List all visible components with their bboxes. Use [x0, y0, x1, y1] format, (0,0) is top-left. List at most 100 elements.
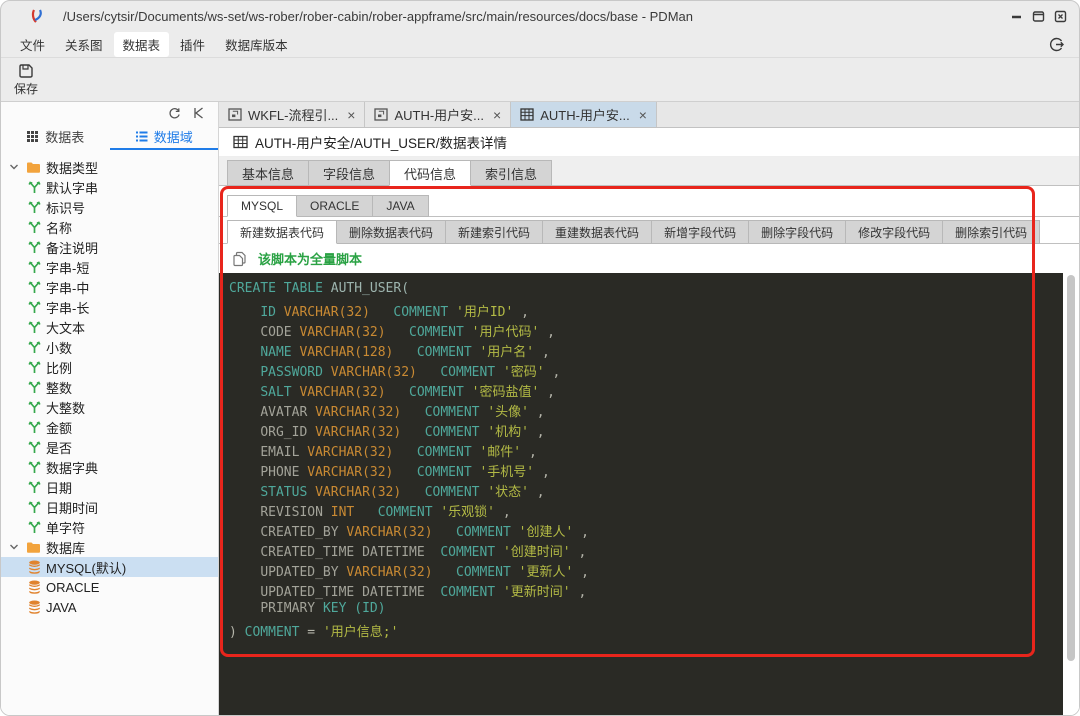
- tree-item[interactable]: 默认字串: [1, 177, 218, 197]
- tree-item[interactable]: 标识号: [1, 197, 218, 217]
- code-token: ,: [534, 345, 550, 360]
- chevron-down-icon[interactable]: [9, 542, 21, 552]
- code-token: ,: [539, 325, 555, 340]
- code-token: DATETIME: [362, 545, 425, 560]
- detail-tab-1[interactable]: 字段信息: [308, 160, 391, 186]
- diagram-icon: [374, 108, 389, 121]
- database-tab-2[interactable]: JAVA: [372, 195, 429, 217]
- code-token: '用户ID': [456, 305, 514, 320]
- sidebar-tab-label: 数据表: [45, 129, 85, 145]
- save-button[interactable]: 保存: [14, 63, 38, 97]
- chevron-down-icon[interactable]: [9, 162, 21, 172]
- code-type-tab-7[interactable]: 删除索引代码: [942, 220, 1041, 244]
- tree-item[interactable]: 日期时间: [1, 497, 218, 517]
- tree-item[interactable]: 数据类型: [1, 157, 218, 177]
- datatype-icon: [28, 440, 41, 454]
- code-type-tab-4[interactable]: 新增字段代码: [651, 220, 750, 244]
- tree-item-label: 名称: [46, 220, 73, 236]
- tree-item[interactable]: ORACLE: [1, 577, 218, 597]
- database-tab-bar: MYSQL ORACLE JAVA: [219, 192, 1079, 217]
- minimize-button[interactable]: [1010, 10, 1023, 23]
- document-tab-2[interactable]: AUTH-用户安... ×: [511, 102, 657, 127]
- tree-item[interactable]: 单字符: [1, 517, 218, 537]
- database-tab-0[interactable]: MYSQL: [227, 195, 298, 217]
- code-token: ORG_ID: [260, 425, 308, 440]
- tree-item[interactable]: 整数: [1, 377, 218, 397]
- code-token: PRIMARY: [260, 601, 323, 616]
- tree-item[interactable]: 字串-中: [1, 277, 218, 297]
- collapse-icon[interactable]: [193, 107, 204, 119]
- close-button[interactable]: [1054, 10, 1067, 23]
- tree-item[interactable]: 字串-长: [1, 297, 218, 317]
- tree-item[interactable]: 日期: [1, 477, 218, 497]
- close-tab-icon[interactable]: ×: [639, 108, 647, 122]
- datatype-icon: [28, 480, 41, 494]
- menu-item-0[interactable]: 文件: [11, 32, 54, 57]
- code-token: ,: [521, 445, 537, 460]
- tree-item[interactable]: 名称: [1, 217, 218, 237]
- tree-item[interactable]: JAVA: [1, 597, 218, 617]
- script-copy-icon[interactable]: [232, 251, 247, 267]
- code-line: CODE VARCHAR(32) COMMENT '用户代码' ,: [229, 321, 1063, 341]
- logout-icon[interactable]: [1048, 36, 1065, 53]
- tree-item[interactable]: 大文本: [1, 317, 218, 337]
- code-token: COMMENT: [440, 585, 496, 600]
- datatype-icon: [28, 200, 41, 214]
- code-line: UPDATED_TIME DATETIME COMMENT '更新时间' ,: [229, 581, 1063, 601]
- close-tab-icon[interactable]: ×: [347, 108, 355, 122]
- code-line: EMAIL VARCHAR(32) COMMENT '邮件' ,: [229, 441, 1063, 461]
- document-tab-0[interactable]: WKFL-流程引... ×: [219, 102, 366, 127]
- code-token: '创建时间': [502, 545, 571, 560]
- database-tab-1[interactable]: ORACLE: [296, 195, 374, 217]
- tree-item[interactable]: 大整数: [1, 397, 218, 417]
- tree-item[interactable]: 金额: [1, 417, 218, 437]
- code-type-tab-1[interactable]: 删除数据表代码: [336, 220, 447, 244]
- sql-code-block[interactable]: CREATE TABLE AUTH_USER( ID VARCHAR(32) C…: [219, 273, 1063, 715]
- code-token: AVATAR: [260, 405, 308, 420]
- code-token: COMMENT: [409, 385, 464, 400]
- scrollbar-thumb[interactable]: [1067, 275, 1075, 661]
- code-token: COMMENT: [440, 545, 496, 560]
- document-tab-1[interactable]: AUTH-用户安... ×: [365, 102, 512, 127]
- code-type-tab-0[interactable]: 新建数据表代码: [227, 220, 338, 244]
- menu-item-1[interactable]: 关系图: [56, 32, 112, 57]
- tree-item[interactable]: 数据字典: [1, 457, 218, 477]
- detail-tab-3[interactable]: 索引信息: [470, 160, 553, 186]
- detail-tab-0[interactable]: 基本信息: [227, 160, 310, 186]
- code-type-tab-3[interactable]: 重建数据表代码: [542, 220, 653, 244]
- vertical-scrollbar[interactable]: [1063, 273, 1079, 715]
- detail-tab-2[interactable]: 代码信息: [389, 160, 472, 186]
- tree-item[interactable]: 是否: [1, 437, 218, 457]
- code-type-tab-2[interactable]: 新建索引代码: [445, 220, 544, 244]
- code-type-tab-6[interactable]: 修改字段代码: [845, 220, 944, 244]
- datatype-icon: [28, 360, 41, 374]
- tree-item-label: 单字符: [46, 520, 86, 536]
- sidebar-tab-0[interactable]: 数据表: [1, 124, 110, 150]
- menu-item-4[interactable]: 数据库版本: [216, 32, 297, 57]
- list-icon: [135, 130, 148, 143]
- tree-item[interactable]: 数据库: [1, 537, 218, 557]
- tree-item-label: 大文本: [46, 320, 86, 336]
- tree-item[interactable]: 字串-短: [1, 257, 218, 277]
- table-grid-icon: [233, 135, 248, 149]
- refresh-icon[interactable]: [168, 107, 181, 120]
- maximize-button[interactable]: [1032, 10, 1045, 23]
- code-token: COMMENT: [440, 365, 496, 380]
- window-title: /Users/cytsir/Documents/ws-set/ws-rober/…: [63, 8, 693, 24]
- sidebar-tab-1[interactable]: 数据域: [109, 124, 218, 150]
- menu-item-3[interactable]: 插件: [171, 32, 214, 57]
- code-type-tab-5[interactable]: 删除字段代码: [748, 220, 847, 244]
- tree-item[interactable]: 小数: [1, 337, 218, 357]
- tree-item[interactable]: 备注说明: [1, 237, 218, 257]
- menu-item-2[interactable]: 数据表: [113, 31, 170, 57]
- close-tab-icon[interactable]: ×: [493, 108, 501, 122]
- tree-item[interactable]: MYSQL(默认): [1, 557, 218, 577]
- tree-item[interactable]: 比例: [1, 357, 218, 377]
- code-token: VARCHAR(128): [299, 345, 394, 360]
